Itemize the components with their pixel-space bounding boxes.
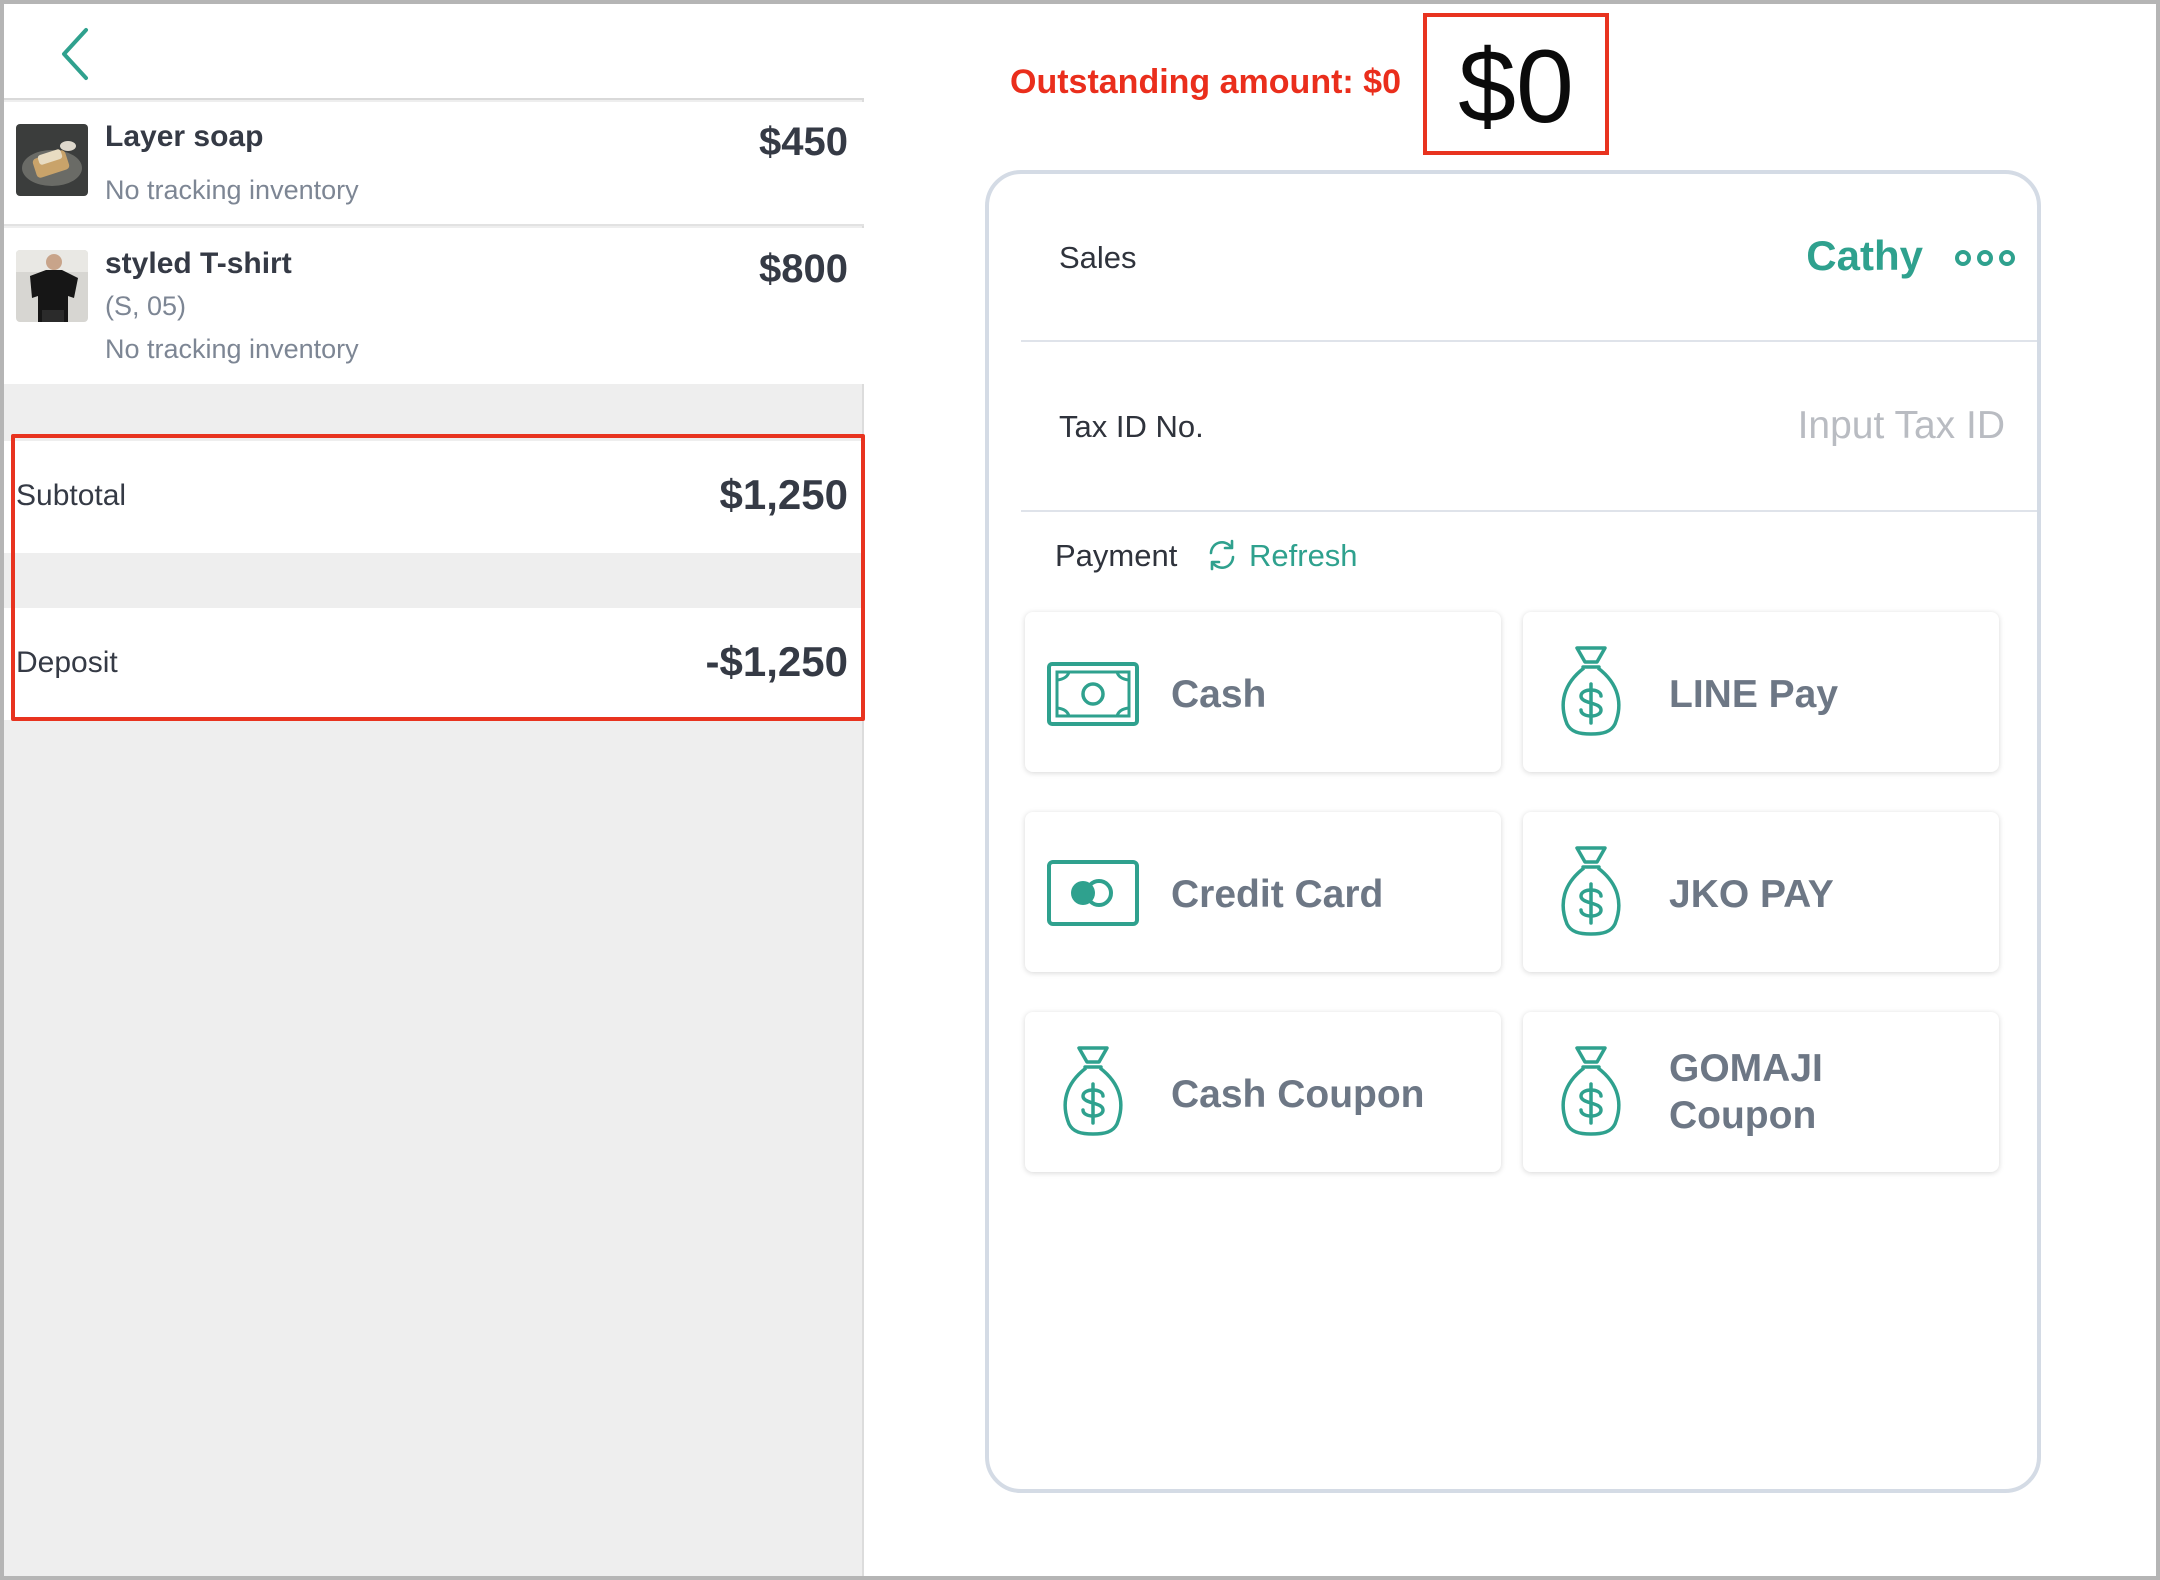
tax-id-label: Tax ID No.	[1059, 409, 1204, 444]
more-options-button[interactable]	[1953, 248, 2017, 268]
payment-option-gomaji-coupon[interactable]: GOMAJI Coupon	[1523, 1012, 1999, 1172]
payment-option-label: JKO PAY	[1669, 873, 1834, 916]
back-button[interactable]	[54, 26, 104, 82]
money-bag-icon	[1561, 646, 1621, 736]
item-variant: (S, 05)	[105, 291, 187, 321]
payment-option-credit-card[interactable]: Credit Card	[1025, 812, 1501, 972]
banknote-icon	[1047, 662, 1139, 726]
salesperson-name[interactable]: Cathy	[1806, 232, 1923, 280]
order-item[interactable]: styled T-shirt $800 (S, 05) No tracking …	[4, 228, 864, 384]
credit-card-icon	[1047, 860, 1139, 926]
outstanding-amount-label: Outstanding amount: $0	[1010, 63, 1401, 101]
item-price: $450	[759, 120, 848, 164]
order-panel: Layer soap $450 No tracking inventory st…	[4, 4, 865, 1576]
payment-option-label: Credit Card	[1171, 873, 1384, 916]
item-name: Layer soap	[105, 120, 264, 153]
item-tracking-status: No tracking inventory	[105, 334, 359, 364]
payment-label: Payment	[1055, 538, 1178, 573]
product-thumbnail	[16, 124, 88, 196]
deposit-row[interactable]: Deposit -$1,250	[4, 608, 864, 720]
payment-option-jko-pay[interactable]: JKO PAY	[1523, 812, 1999, 972]
tax-id-input[interactable]	[1485, 394, 2005, 458]
item-tracking-status: No tracking inventory	[105, 175, 359, 205]
deposit-label: Deposit	[16, 646, 118, 679]
money-bag-icon	[1561, 1046, 1621, 1136]
refresh-label: Refresh	[1249, 538, 1358, 573]
payment-option-label: LINE Pay	[1669, 673, 1839, 716]
payment-option-label: GOMAJI Coupon	[1669, 1047, 1823, 1137]
payment-option-label: Cash Coupon	[1171, 1073, 1425, 1116]
subtotal-value: $1,250	[719, 471, 848, 518]
subtotal-row: Subtotal $1,250	[4, 441, 864, 553]
refresh-icon	[1209, 539, 1235, 571]
money-bag-icon	[1561, 846, 1621, 936]
payment-option-cash-coupon[interactable]: Cash Coupon	[1025, 1012, 1501, 1172]
sales-row: Sales Cathy	[1021, 174, 2037, 342]
more-dots-icon	[1955, 250, 2015, 266]
product-thumbnail	[16, 250, 88, 322]
order-item[interactable]: Layer soap $450 No tracking inventory	[4, 102, 864, 226]
amount-due-value: $0	[1458, 29, 1574, 145]
chevron-left-icon	[62, 28, 88, 80]
sales-label: Sales	[1059, 240, 1137, 275]
order-header	[4, 4, 864, 100]
subtotal-label: Subtotal	[16, 479, 127, 512]
payment-option-line-pay[interactable]: LINE Pay	[1523, 612, 1999, 772]
amount-highlight-box: $0	[1423, 13, 1609, 155]
item-name: styled T-shirt	[105, 247, 292, 280]
payment-option-label: Cash	[1171, 673, 1267, 716]
tax-id-row: Tax ID No.	[1021, 342, 2037, 512]
deposit-value: -$1,250	[705, 638, 848, 685]
item-price: $800	[759, 247, 848, 291]
money-bag-icon	[1063, 1046, 1123, 1136]
payment-option-cash[interactable]: Cash	[1025, 612, 1501, 772]
